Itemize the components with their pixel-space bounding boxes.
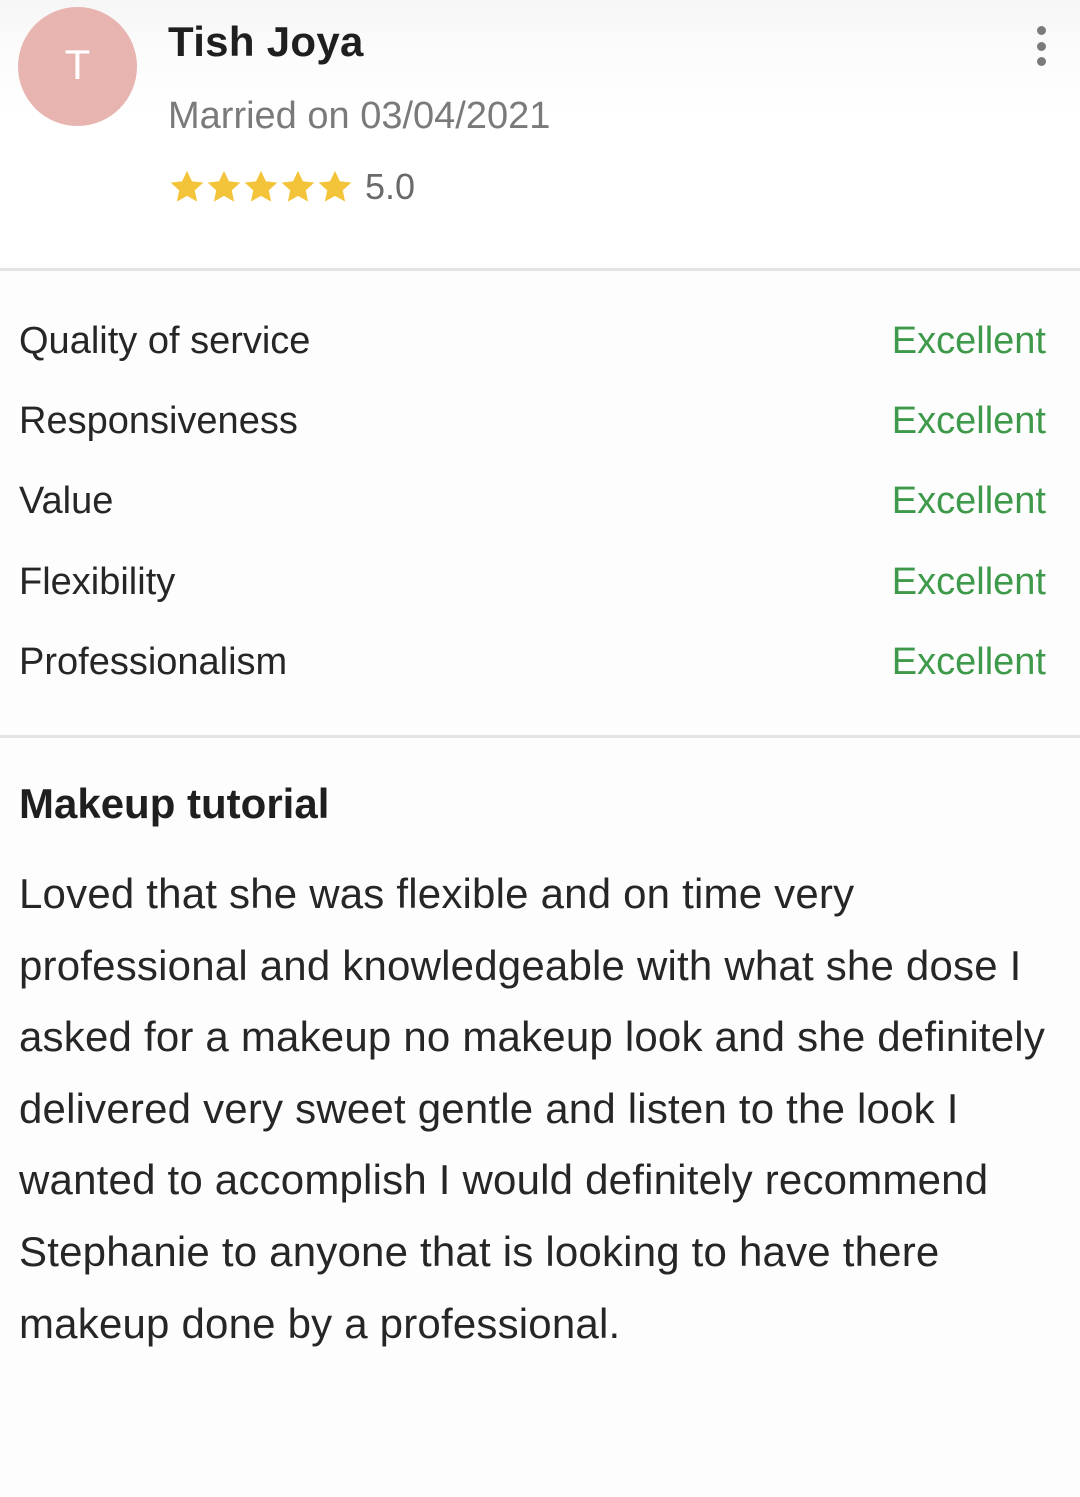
- more-vertical-icon-dot: [1036, 57, 1046, 66]
- rating-label: Value: [19, 479, 114, 522]
- rating-quality-of-service: Quality of service Excellent: [0, 301, 1080, 381]
- rating-responsiveness: Responsiveness Excellent: [0, 381, 1080, 461]
- rating-value: 5.0: [365, 166, 416, 207]
- more-vertical-icon-dot: [1036, 41, 1046, 51]
- rating-label: Responsiveness: [19, 399, 298, 442]
- rating-professionalism: Professionalism Excellent: [0, 622, 1080, 702]
- rating-score: Excellent: [891, 399, 1046, 442]
- review-header: T Tish Joya Married on 03/04/2021 5.0: [0, 0, 1080, 268]
- more-options-button[interactable]: [1030, 26, 1052, 66]
- star-rating: [168, 168, 353, 206]
- more-vertical-icon: [1036, 26, 1046, 35]
- rating-score: Excellent: [891, 479, 1046, 522]
- review-card: T Tish Joya Married on 03/04/2021 5.0 Qu…: [0, 0, 1080, 1497]
- overall-rating: 5.0: [168, 164, 415, 210]
- rating-label: Quality of service: [19, 319, 311, 362]
- review-body: Loved that she was flexible and on time …: [19, 870, 1046, 1347]
- avatar: T: [18, 7, 137, 126]
- star-icon: [207, 170, 241, 202]
- star-icon: [281, 170, 315, 202]
- reviewer-name: Tish Joya: [168, 18, 364, 65]
- star-icon: [244, 170, 278, 202]
- rating-flexibility: Flexibility Excellent: [0, 542, 1080, 622]
- rating-label: Flexibility: [19, 560, 176, 603]
- rating-score: Excellent: [891, 560, 1046, 603]
- category-ratings: Quality of service Excellent Responsiven…: [0, 271, 1080, 735]
- rating-value: Value Excellent: [0, 461, 1080, 541]
- rating-label: Professionalism: [19, 640, 288, 683]
- star-icon: [170, 170, 204, 202]
- star-icon: [318, 170, 352, 202]
- rating-score: Excellent: [891, 640, 1046, 683]
- divider: [0, 735, 1080, 738]
- avatar-initial: T: [64, 40, 91, 88]
- review-title: Makeup tutorial: [19, 780, 330, 827]
- wedding-date: Married on 03/04/2021: [168, 95, 551, 137]
- rating-score: Excellent: [891, 319, 1046, 362]
